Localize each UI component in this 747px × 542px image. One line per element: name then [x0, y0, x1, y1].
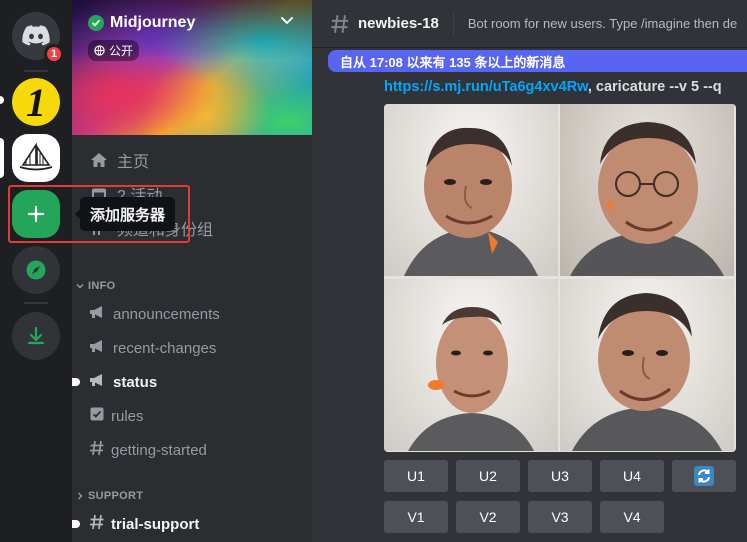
channel-label: trial-support	[111, 515, 200, 533]
chevron-down-icon[interactable]	[280, 16, 294, 26]
discord-home-button[interactable]: 1	[12, 12, 64, 64]
chevron-down-icon	[76, 284, 84, 289]
message-link[interactable]: https://s.mj.run/uTa6g4xv4Rw	[384, 79, 588, 95]
variation-button-3[interactable]: V3	[528, 501, 592, 533]
channel-trial-support[interactable]: trial-support	[72, 508, 304, 540]
globe-icon	[94, 45, 105, 56]
public-tag: 公开	[88, 40, 140, 61]
upscale-button-1[interactable]: U1	[384, 460, 448, 492]
download-icon	[27, 326, 45, 345]
discord-app: 1 1 Midjourney 公开 主页 INFO announcements …	[0, 0, 747, 542]
upscale-button-2[interactable]: U2	[456, 460, 520, 492]
chevron-right-icon	[78, 492, 83, 500]
category-support-label: SUPPORT	[88, 490, 144, 502]
channel-recent-changes[interactable]: recent-changes	[80, 332, 304, 364]
server-rail: 1 1	[0, 0, 72, 542]
guild-header[interactable]: Midjourney	[88, 14, 195, 32]
upscale-button-3[interactable]: U3	[528, 460, 592, 492]
server-one-glyph: 1	[26, 79, 46, 125]
message-prompt: , caricature --v 5 --q	[587, 79, 722, 95]
category-info[interactable]: INFO	[76, 280, 115, 292]
explore-servers-button[interactable]	[12, 246, 60, 294]
channel-label: status	[113, 373, 158, 391]
midjourney-boat-icon	[19, 143, 53, 171]
hash-icon	[89, 440, 105, 460]
variation-button-4[interactable]: V4	[600, 501, 664, 533]
server-banner: Midjourney 公开	[72, 0, 312, 135]
add-server-tooltip: 添加服务器	[74, 197, 176, 231]
channel-rules[interactable]: rules	[80, 400, 304, 432]
megaphone-icon	[89, 305, 107, 323]
nav-home[interactable]: 主页	[80, 144, 304, 176]
variation-button-1[interactable]: V1	[384, 501, 448, 533]
chat-main: newbies-18 Bot room for new users. Type …	[312, 0, 747, 542]
hash-icon	[331, 14, 349, 33]
new-messages-bar[interactable]: 自从 17:08 以来有 135 条以上的新消息	[328, 50, 747, 72]
server-selected-pill	[0, 138, 4, 178]
rail-divider	[24, 70, 48, 72]
channel-label: announcements	[113, 305, 220, 323]
generated-image-3[interactable]	[384, 279, 558, 451]
channel-title: newbies-18	[358, 15, 439, 32]
header-divider	[452, 11, 454, 36]
megaphone-icon	[89, 373, 107, 391]
public-label: 公开	[109, 44, 134, 58]
channel-header: newbies-18 Bot room for new users. Type …	[312, 0, 747, 48]
channel-label: rules	[111, 407, 144, 425]
nav-home-label: 主页	[117, 154, 150, 171]
upscale-button-4[interactable]: U4	[600, 460, 664, 492]
rail-divider-2	[24, 302, 48, 304]
channel-label: getting-started	[111, 441, 207, 459]
server-unread-pill	[0, 96, 4, 104]
unread-indicator	[72, 520, 80, 528]
message-text: https://s.mj.run/uTa6g4xv4Rw, caricature…	[384, 79, 722, 95]
download-apps-button[interactable]	[12, 312, 60, 360]
discord-logo-icon	[22, 25, 50, 46]
notification-badge: 1	[44, 44, 64, 64]
unread-indicator	[72, 378, 80, 386]
channel-label: recent-changes	[113, 339, 217, 357]
channel-getting-started[interactable]: getting-started	[80, 434, 304, 466]
server-icon-one[interactable]: 1	[12, 78, 60, 126]
generated-image-2[interactable]	[560, 104, 734, 276]
category-info-label: INFO	[88, 280, 116, 292]
image-grid[interactable]	[384, 104, 736, 452]
channel-announcements[interactable]: announcements	[80, 298, 304, 330]
channel-topic[interactable]: Bot room for new users. Type /imagine th…	[468, 16, 737, 31]
hash-icon	[89, 514, 105, 534]
channel-sidebar: Midjourney 公开 主页 2 活动 频道和身份组 INFO ann	[72, 0, 312, 542]
refresh-icon	[694, 466, 714, 486]
reroll-button[interactable]	[672, 460, 736, 492]
server-icon-midjourney[interactable]	[12, 134, 60, 182]
generated-image-4[interactable]	[560, 279, 734, 451]
variation-button-2[interactable]: V2	[456, 501, 520, 533]
channel-status[interactable]: status	[72, 366, 304, 398]
category-support[interactable]: SUPPORT	[76, 490, 143, 502]
megaphone-icon	[89, 339, 107, 357]
guild-name: Midjourney	[110, 14, 196, 31]
rules-icon	[89, 406, 105, 426]
home-icon	[89, 150, 109, 170]
generated-image-1[interactable]	[384, 104, 558, 276]
verified-icon	[88, 15, 104, 31]
compass-icon	[26, 260, 46, 280]
